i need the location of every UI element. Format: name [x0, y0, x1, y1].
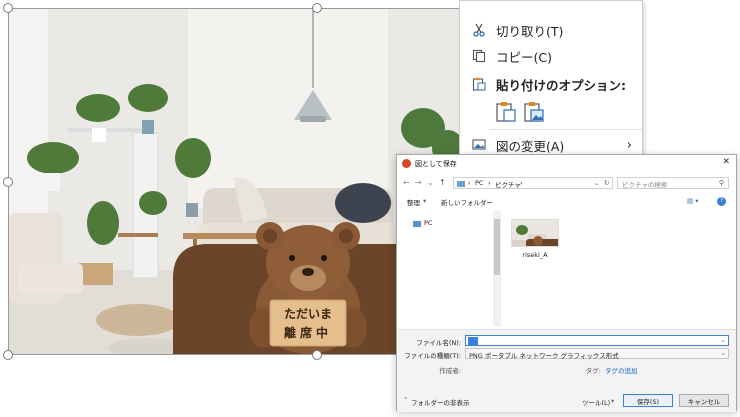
screen: ただいま 離席中 切り取り(T) コピー(C) 貼り付けのオプション: 図の変更… [0, 0, 740, 417]
save-button[interactable]: 保存(S) [623, 394, 673, 407]
context-menu: 切り取り(T) コピー(C) 貼り付けのオプション: 図の変更(A) › [459, 0, 643, 160]
pc-icon [413, 221, 421, 227]
filetype-value: PNG ポータブル ネットワーク グラフィックス形式 [469, 352, 619, 360]
dialog-title: 図として保存 [415, 160, 457, 168]
resize-handle-top-left[interactable] [3, 3, 13, 13]
file-thumbnail [511, 219, 559, 247]
new-folder-button[interactable]: 新しいフォルダー [441, 197, 493, 207]
address-bar-row: ← → ⌄ ↑ › PC › ピクチャ › ⌄ ↻ ピクチャの検索 ⚲ [397, 175, 736, 191]
tools-chevron-icon: ▾ [611, 397, 615, 405]
scrollbar-thumb[interactable] [494, 219, 500, 275]
resize-handle-bottom-center[interactable] [312, 350, 322, 360]
resize-handle-middle-left[interactable] [3, 177, 13, 187]
menu-label-copy: コピー(C) [496, 49, 552, 65]
author-label: 作成者: [439, 367, 461, 375]
file-name-label: riseki_A [522, 251, 548, 259]
save-as-picture-dialog: 図として保存 ✕ ← → ⌄ ↑ › PC › ピクチャ › ⌄ ↻ ピクチャの… [396, 154, 737, 412]
file-item[interactable]: riseki_A [503, 211, 563, 263]
menu-separator [490, 129, 642, 130]
menu-label-paste-options: 貼り付けのオプション: [496, 77, 626, 93]
paste-option-picture-icon[interactable] [523, 100, 547, 124]
organize-button[interactable]: 整理 [407, 197, 420, 207]
cancel-button[interactable]: キャンセル [679, 394, 729, 407]
resize-handle-top-center[interactable] [312, 3, 322, 13]
tools-menu[interactable]: ツール(L) [582, 397, 610, 407]
filetype-dropdown-icon: ⌄ [720, 349, 726, 357]
search-input[interactable]: ピクチャの検索 ⚲ [617, 177, 729, 189]
dialog-toolbar: 整理 ▾ 新しいフォルダー ▤ ▾ ? [397, 195, 736, 209]
filetype-label: ファイルの種類(T): [404, 352, 461, 360]
copy-icon [470, 47, 488, 65]
forward-arrow-icon[interactable]: → [415, 178, 422, 187]
navigation-scrollbar[interactable] [493, 211, 501, 327]
address-crumb-pc[interactable]: PC [475, 179, 483, 187]
paste-option-keep-source-icon[interactable] [495, 100, 519, 124]
crumb-separator-icon: › [488, 179, 491, 187]
help-icon[interactable]: ? [717, 197, 726, 206]
up-arrow-icon[interactable]: ↑ [439, 178, 446, 187]
add-tag-link[interactable]: タグの追加 [605, 365, 638, 375]
organize-chevron-icon: ▾ [423, 197, 427, 205]
filename-selected-text [468, 337, 478, 345]
file-list: riseki_A [503, 211, 735, 327]
change-picture-icon [470, 136, 488, 154]
address-crumb-pictures[interactable]: ピクチャ [495, 179, 521, 189]
crumb-separator-icon: › [520, 179, 523, 187]
back-arrow-icon[interactable]: ← [403, 178, 410, 187]
search-placeholder: ピクチャの検索 [622, 181, 668, 189]
address-dropdown-icon[interactable]: ⌄ [594, 179, 599, 187]
address-box[interactable]: › PC › ピクチャ › ⌄ ↻ [453, 177, 613, 189]
folder-path-icon [457, 181, 465, 187]
filetype-select[interactable]: PNG ポータブル ネットワーク グラフィックス形式 ⌄ [465, 348, 729, 360]
paste-icon [470, 75, 488, 93]
filename-label: ファイル名(N): [416, 339, 461, 347]
filename-input[interactable]: ⌄ [465, 335, 729, 346]
hide-folders-toggle[interactable]: フォルダーの非表示 [411, 397, 470, 407]
menu-label-change-picture: 図の変更(A) [496, 138, 565, 154]
sign-text-line2: 離席中 [283, 326, 332, 340]
menu-label-cut: 切り取り(T) [496, 23, 564, 39]
refresh-icon[interactable]: ↻ [604, 179, 609, 187]
filename-dropdown-icon[interactable]: ⌄ [721, 336, 726, 344]
navigation-pane: PC [397, 211, 493, 327]
crumb-separator-icon: › [468, 179, 471, 187]
scissors-icon [470, 21, 488, 39]
recent-chevron-icon[interactable]: ⌄ [427, 178, 434, 187]
tag-label: タグ: [585, 367, 601, 375]
menu-item-cut[interactable]: 切り取り(T) [460, 17, 642, 43]
dialog-bottom-panel: ファイル名(N): ⌄ ファイルの種類(T): PNG ポータブル ネットワーク… [397, 329, 736, 412]
sign-text-line1: ただいま [283, 307, 332, 321]
dialog-titlebar: 図として保存 ✕ [397, 155, 736, 172]
search-icon: ⚲ [718, 179, 724, 187]
menu-item-paste-options: 貼り付けのオプション: [460, 71, 642, 97]
hide-folders-chevron-icon: ⌃ [403, 396, 409, 404]
resize-handle-bottom-left[interactable] [3, 350, 13, 360]
view-options-icon[interactable]: ▤ ▾ [687, 197, 698, 205]
menu-item-copy[interactable]: コピー(C) [460, 43, 642, 69]
close-icon[interactable]: ✕ [722, 157, 730, 167]
powerpoint-app-icon [402, 159, 411, 168]
nav-item-pc[interactable]: PC [424, 219, 432, 227]
submenu-arrow-icon: › [626, 137, 632, 153]
